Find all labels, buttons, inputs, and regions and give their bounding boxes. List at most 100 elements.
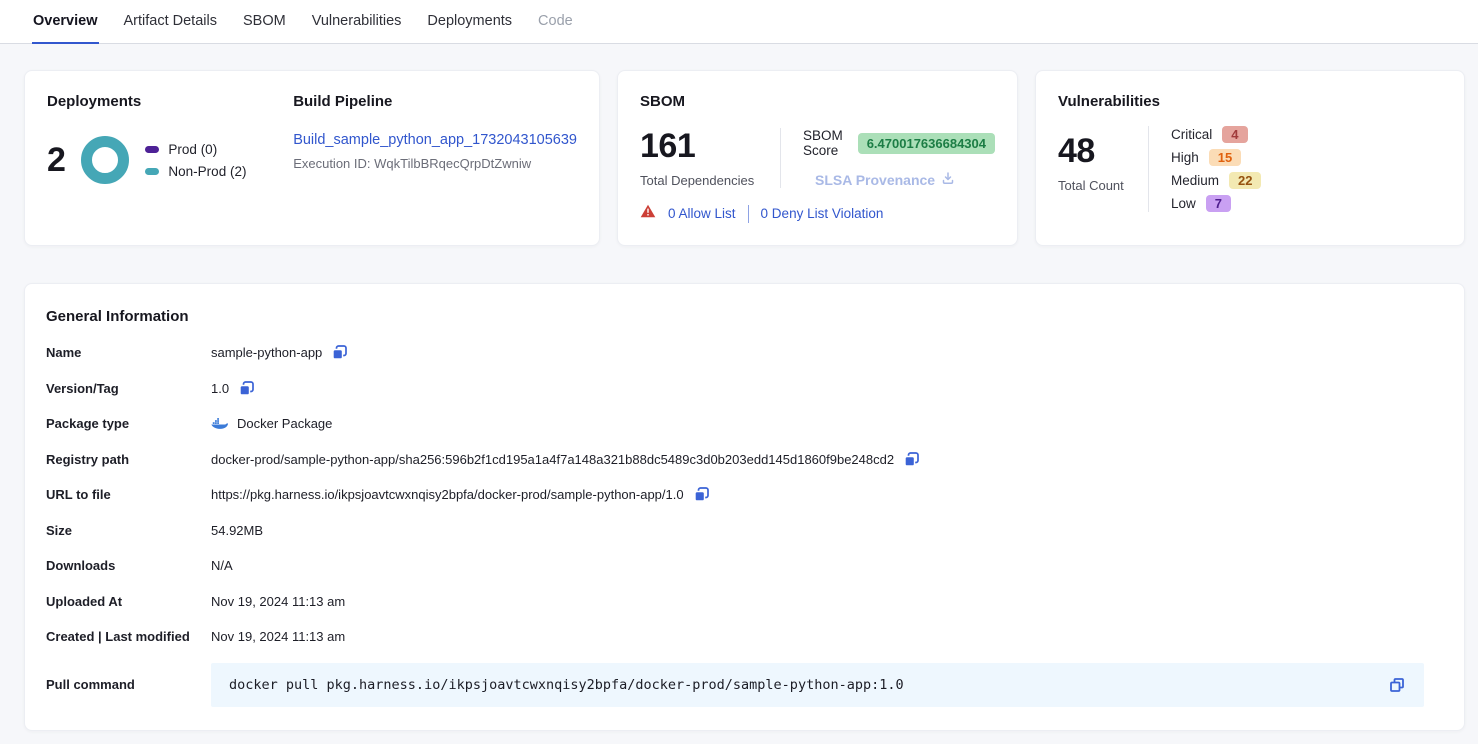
sbom-title: SBOM: [640, 93, 995, 110]
severity-row-low: Low 7: [1171, 195, 1261, 212]
download-icon: [941, 171, 955, 188]
vulnerabilities-title: Vulnerabilities: [1058, 93, 1442, 110]
deployments-total: 2: [47, 143, 65, 177]
uploaded-at-value: Nov 19, 2024 11:13 am: [211, 594, 345, 609]
vulnerabilities-content: 48 Total Count Critical 4 High 15 Medium…: [1058, 126, 1442, 212]
sbom-card: SBOM 161 Total Dependencies SBOM Score 6…: [617, 70, 1018, 246]
row-size: Size 54.92MB: [46, 513, 1444, 549]
row-uploaded-at: Uploaded At Nov 19, 2024 11:13 am: [46, 584, 1444, 620]
tab-deployments[interactable]: Deployments: [426, 0, 513, 44]
vulnerabilities-card: Vulnerabilities 48 Total Count Critical …: [1035, 70, 1465, 246]
sbom-score-label: SBOM Score: [803, 128, 848, 158]
tab-bar: Overview Artifact Details SBOM Vulnerabi…: [0, 0, 1478, 44]
severity-row-medium: Medium 22: [1171, 172, 1261, 189]
sbom-total-count: 161: [640, 129, 780, 163]
severity-row-critical: Critical 4: [1171, 126, 1261, 143]
allow-list-link[interactable]: 0 Allow List: [668, 206, 736, 221]
deployments-content: 2 Prod (0) Non-Prod (2): [47, 136, 271, 184]
created-modified-label: Created | Last modified: [46, 629, 211, 644]
package-type-label: Package type: [46, 416, 211, 431]
severity-high-badge: 15: [1209, 149, 1241, 166]
row-url-to-file: URL to file https://pkg.harness.io/ikpsj…: [46, 477, 1444, 513]
severity-medium-label: Medium: [1171, 173, 1219, 188]
row-package-type: Package type Docker Package: [46, 406, 1444, 442]
pull-command-box: docker pull pkg.harness.io/ikpsjoavtcwxn…: [211, 663, 1424, 707]
severity-critical-badge: 4: [1222, 126, 1247, 143]
nonprod-legend-marker: [145, 168, 159, 175]
deployments-card: Deployments 2 Prod (0) Non-Prod (2) Buil…: [24, 70, 600, 246]
deployments-title: Deployments: [47, 93, 271, 110]
severity-list: Critical 4 High 15 Medium 22 Low 7: [1149, 126, 1261, 212]
legend-item-nonprod: Non-Prod (2): [145, 164, 246, 179]
uploaded-at-label: Uploaded At: [46, 594, 211, 609]
tab-sbom[interactable]: SBOM: [242, 0, 287, 44]
slsa-provenance-label: SLSA Provenance: [815, 172, 935, 188]
version-label: Version/Tag: [46, 381, 211, 396]
pull-command-value: docker pull pkg.harness.io/ikpsjoavtcwxn…: [229, 677, 904, 693]
size-value: 54.92MB: [211, 523, 263, 538]
downloads-label: Downloads: [46, 558, 211, 573]
build-pipeline-section: Build Pipeline Build_sample_python_app_1…: [271, 93, 577, 227]
links-separator: [748, 205, 749, 223]
row-name: Name sample-python-app: [46, 335, 1444, 371]
general-information-title: General Information: [46, 308, 1444, 325]
package-type-value: Docker Package: [237, 416, 332, 431]
sbom-content: 161 Total Dependencies SBOM Score 6.4700…: [640, 128, 995, 188]
deployments-donut-chart: [81, 136, 129, 184]
summary-cards-row: Deployments 2 Prod (0) Non-Prod (2) Buil…: [0, 44, 1478, 246]
copy-registry-path-icon[interactable]: [903, 451, 920, 468]
downloads-value: N/A: [211, 558, 233, 573]
row-downloads: Downloads N/A: [46, 548, 1444, 584]
severity-low-badge: 7: [1206, 195, 1231, 212]
legend-item-prod: Prod (0): [145, 142, 246, 157]
row-version: Version/Tag 1.0: [46, 371, 1444, 407]
copy-version-icon[interactable]: [238, 380, 255, 397]
sbom-policy-links: 0 Allow List 0 Deny List Violation: [640, 204, 995, 223]
size-label: Size: [46, 523, 211, 538]
tab-code: Code: [537, 0, 574, 44]
vulnerabilities-total-count: 48: [1058, 134, 1148, 168]
slsa-provenance-link[interactable]: SLSA Provenance: [815, 171, 995, 188]
vulnerabilities-total-label: Total Count: [1058, 178, 1148, 193]
sbom-score-row: SBOM Score 6.470017636684304: [803, 128, 995, 158]
copy-url-icon[interactable]: [693, 486, 710, 503]
registry-path-value: docker-prod/sample-python-app/sha256:596…: [211, 452, 894, 467]
tab-artifact-details[interactable]: Artifact Details: [123, 0, 218, 44]
vulnerabilities-totals: 48 Total Count: [1058, 126, 1148, 212]
url-to-file-label: URL to file: [46, 487, 211, 502]
sbom-score-section: SBOM Score 6.470017636684304 SLSA Proven…: [781, 128, 995, 188]
pipeline-link[interactable]: Build_sample_python_app_1732043105639: [293, 132, 577, 148]
build-pipeline-title: Build Pipeline: [293, 93, 577, 110]
prod-legend-marker: [145, 146, 159, 153]
sbom-score-badge: 6.470017636684304: [858, 133, 995, 154]
severity-medium-badge: 22: [1229, 172, 1261, 189]
general-information-card: General Information Name sample-python-a…: [24, 283, 1465, 731]
url-to-file-value: https://pkg.harness.io/ikpsjoavtcwxnqisy…: [211, 487, 684, 502]
deployments-section: Deployments 2 Prod (0) Non-Prod (2): [47, 93, 271, 227]
row-created-modified: Created | Last modified Nov 19, 2024 11:…: [46, 619, 1444, 655]
prod-legend-label: Prod (0): [168, 142, 217, 157]
deny-list-link[interactable]: 0 Deny List Violation: [761, 206, 884, 221]
nonprod-legend-label: Non-Prod (2): [168, 164, 246, 179]
copy-pull-command-icon[interactable]: [1388, 676, 1406, 694]
severity-critical-label: Critical: [1171, 127, 1212, 142]
copy-name-icon[interactable]: [331, 344, 348, 361]
deployments-legend: Prod (0) Non-Prod (2): [145, 142, 246, 179]
sbom-total-label: Total Dependencies: [640, 173, 780, 188]
pull-command-label: Pull command: [46, 677, 211, 692]
warning-icon: [640, 204, 656, 223]
version-value: 1.0: [211, 381, 229, 396]
docker-icon: [211, 417, 228, 430]
severity-high-label: High: [1171, 150, 1199, 165]
name-value: sample-python-app: [211, 345, 322, 360]
name-label: Name: [46, 345, 211, 360]
tab-overview[interactable]: Overview: [32, 0, 99, 44]
registry-path-label: Registry path: [46, 452, 211, 467]
execution-id: Execution ID: WqkTilbBRqecQrpDtZwniw: [293, 156, 577, 171]
tab-vulnerabilities[interactable]: Vulnerabilities: [311, 0, 403, 44]
row-registry-path: Registry path docker-prod/sample-python-…: [46, 442, 1444, 478]
severity-low-label: Low: [1171, 196, 1196, 211]
created-modified-value: Nov 19, 2024 11:13 am: [211, 629, 345, 644]
severity-row-high: High 15: [1171, 149, 1261, 166]
row-pull-command: Pull command docker pull pkg.harness.io/…: [46, 663, 1444, 707]
